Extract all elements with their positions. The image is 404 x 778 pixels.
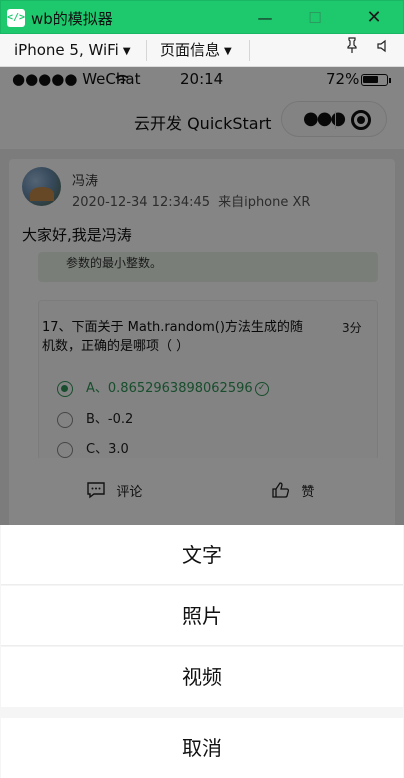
page-info-select[interactable]: 页面信息 ▼ bbox=[160, 34, 232, 66]
close-button[interactable]: ✕ bbox=[351, 1, 397, 35]
action-sheet-item-video[interactable]: 视频 bbox=[1, 647, 403, 707]
modal-overlay[interactable] bbox=[0, 67, 404, 525]
action-sheet-item-photo[interactable]: 照片 bbox=[1, 586, 403, 646]
window-titlebar: </> wb的模拟器 — ☐ ✕ bbox=[0, 0, 404, 34]
speaker-icon[interactable] bbox=[377, 34, 389, 66]
maximize-button[interactable]: ☐ bbox=[292, 1, 338, 35]
device-select-label: iPhone 5, WiFi bbox=[14, 41, 119, 59]
action-sheet: 文字 照片 视频 取消 bbox=[0, 525, 404, 778]
action-sheet-item-text[interactable]: 文字 bbox=[1, 525, 403, 585]
window-title: wb的模拟器 bbox=[31, 10, 113, 28]
simulator-toolbar: iPhone 5, WiFi ▼ 页面信息 ▼ bbox=[0, 34, 404, 67]
action-sheet-cancel[interactable]: 取消 bbox=[1, 718, 403, 778]
minimize-button[interactable]: — bbox=[242, 1, 288, 35]
device-select[interactable]: iPhone 5, WiFi ▼ bbox=[14, 34, 131, 66]
toolbar-divider bbox=[249, 40, 250, 61]
page-info-label: 页面信息 bbox=[160, 41, 221, 59]
chevron-down-icon: ▼ bbox=[122, 46, 131, 57]
app-code-icon: </> bbox=[7, 9, 25, 27]
pin-icon[interactable] bbox=[346, 34, 358, 66]
toolbar-divider bbox=[146, 40, 147, 61]
chevron-down-icon: ▼ bbox=[224, 46, 232, 57]
